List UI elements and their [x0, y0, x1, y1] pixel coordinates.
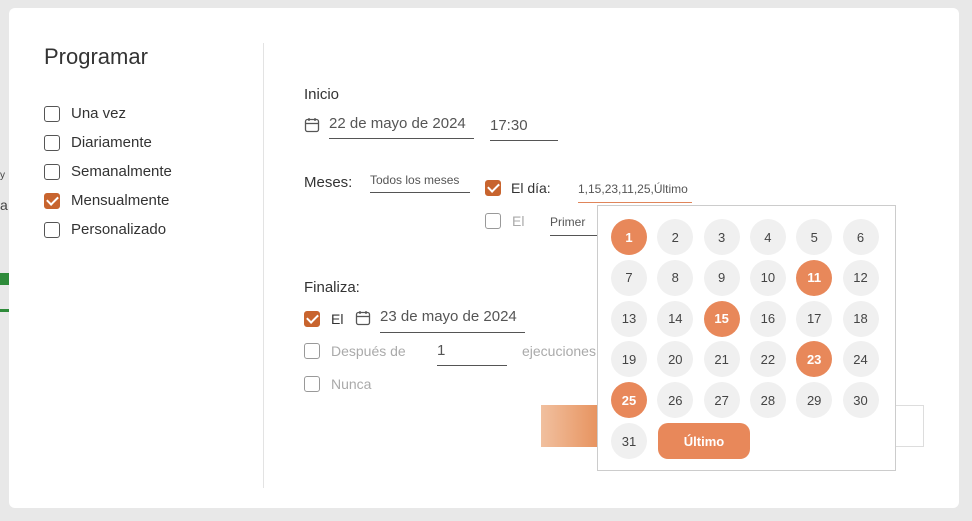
- schedule-modal: Programar Una vez Diariamente Semanalmente…: [9, 8, 959, 508]
- frequency-checkbox[interactable]: [44, 222, 60, 238]
- day-option[interactable]: 29: [796, 382, 833, 419]
- end-date-label: El: [331, 311, 344, 327]
- background-underline: [0, 309, 9, 312]
- day-option[interactable]: 5: [796, 219, 833, 255]
- start-time-field[interactable]: 17:30: [490, 117, 558, 141]
- weekday-label: El: [512, 213, 525, 229]
- day-option[interactable]: 26: [657, 382, 694, 419]
- day-option[interactable]: 22: [749, 341, 786, 378]
- day-option[interactable]: 6: [842, 219, 879, 255]
- frequency-checkbox[interactable]: [44, 135, 60, 151]
- day-option[interactable]: 3: [703, 219, 740, 255]
- background-badge: [0, 273, 9, 285]
- start-date-field[interactable]: 22 de mayo de 2024: [329, 115, 474, 139]
- calendar-icon: [304, 117, 320, 133]
- day-option[interactable]: 15: [703, 300, 740, 337]
- day-checkbox[interactable]: [485, 180, 501, 196]
- frequency-option-label: Semanalmente: [71, 163, 172, 180]
- day-option[interactable]: 7: [611, 259, 647, 296]
- last-day-button[interactable]: Último: [658, 423, 750, 459]
- ordinal-select[interactable]: Primer: [550, 215, 600, 236]
- day-option[interactable]: 17: [796, 300, 833, 337]
- frequency-checkbox[interactable]: [44, 106, 60, 122]
- executions-label: ejecuciones: [522, 343, 596, 359]
- modal-title: Programar: [44, 44, 148, 69]
- inicio-label: Inicio: [304, 86, 340, 103]
- finaliza-label: Finaliza:: [304, 279, 360, 296]
- day-picker-popup: Último 1 2 3 4 5 6 7 8 9 10 11 12 13 14 15 16 17 18 19 20 21…: [597, 205, 896, 471]
- weekday-checkbox[interactable]: [485, 213, 501, 229]
- frequency-checkbox[interactable]: [44, 164, 60, 180]
- after-checkbox[interactable]: [304, 343, 320, 359]
- day-option[interactable]: 24: [842, 341, 879, 378]
- never-label: Nunca: [331, 376, 372, 392]
- frequency-option-label: Personalizado: [71, 221, 167, 238]
- day-option[interactable]: 9: [703, 259, 740, 296]
- day-option[interactable]: 21: [703, 341, 740, 378]
- never-checkbox[interactable]: [304, 376, 320, 392]
- frequency-option-label: Una vez: [71, 105, 127, 122]
- day-option[interactable]: 4: [749, 219, 786, 255]
- end-date-field[interactable]: 23 de mayo de 2024: [380, 308, 525, 333]
- day-option[interactable]: 25: [611, 382, 647, 419]
- day-option[interactable]: 19: [611, 341, 647, 378]
- divider: [263, 43, 264, 488]
- background-fragment: y: [0, 170, 5, 181]
- day-option[interactable]: 8: [657, 259, 694, 296]
- day-option[interactable]: 30: [842, 382, 879, 419]
- day-option[interactable]: 14: [657, 300, 694, 337]
- day-option[interactable]: 20: [657, 341, 694, 378]
- end-date-checkbox[interactable]: [304, 311, 320, 327]
- day-option[interactable]: 16: [749, 300, 786, 337]
- frequency-checkbox[interactable]: [44, 193, 60, 209]
- day-label: El día:: [511, 180, 551, 196]
- frequency-option-label: Diariamente: [71, 134, 152, 151]
- months-select[interactable]: Todos los meses: [370, 173, 470, 193]
- day-option[interactable]: 10: [749, 259, 786, 296]
- calendar-icon: [355, 310, 371, 326]
- day-option[interactable]: 13: [611, 300, 647, 337]
- day-option[interactable]: 18: [842, 300, 879, 337]
- executions-input[interactable]: 1: [437, 342, 507, 366]
- frequency-option-label: Mensualmente: [71, 192, 170, 209]
- day-option[interactable]: 2: [657, 219, 694, 255]
- save-button[interactable]: [541, 405, 598, 447]
- cancel-button[interactable]: [896, 405, 924, 447]
- after-label: Después de: [331, 343, 406, 359]
- meses-label: Meses:: [304, 174, 353, 191]
- day-option[interactable]: 31: [611, 423, 647, 459]
- day-option[interactable]: 12: [842, 259, 879, 296]
- day-option[interactable]: 11: [796, 259, 833, 296]
- day-option[interactable]: 1: [611, 219, 647, 255]
- day-option[interactable]: 27: [703, 382, 740, 419]
- day-option[interactable]: 28: [749, 382, 786, 419]
- days-input[interactable]: 1,15,23,11,25,Último: [578, 182, 692, 203]
- day-option[interactable]: 23: [796, 341, 833, 378]
- background-fragment: a: [0, 197, 8, 213]
